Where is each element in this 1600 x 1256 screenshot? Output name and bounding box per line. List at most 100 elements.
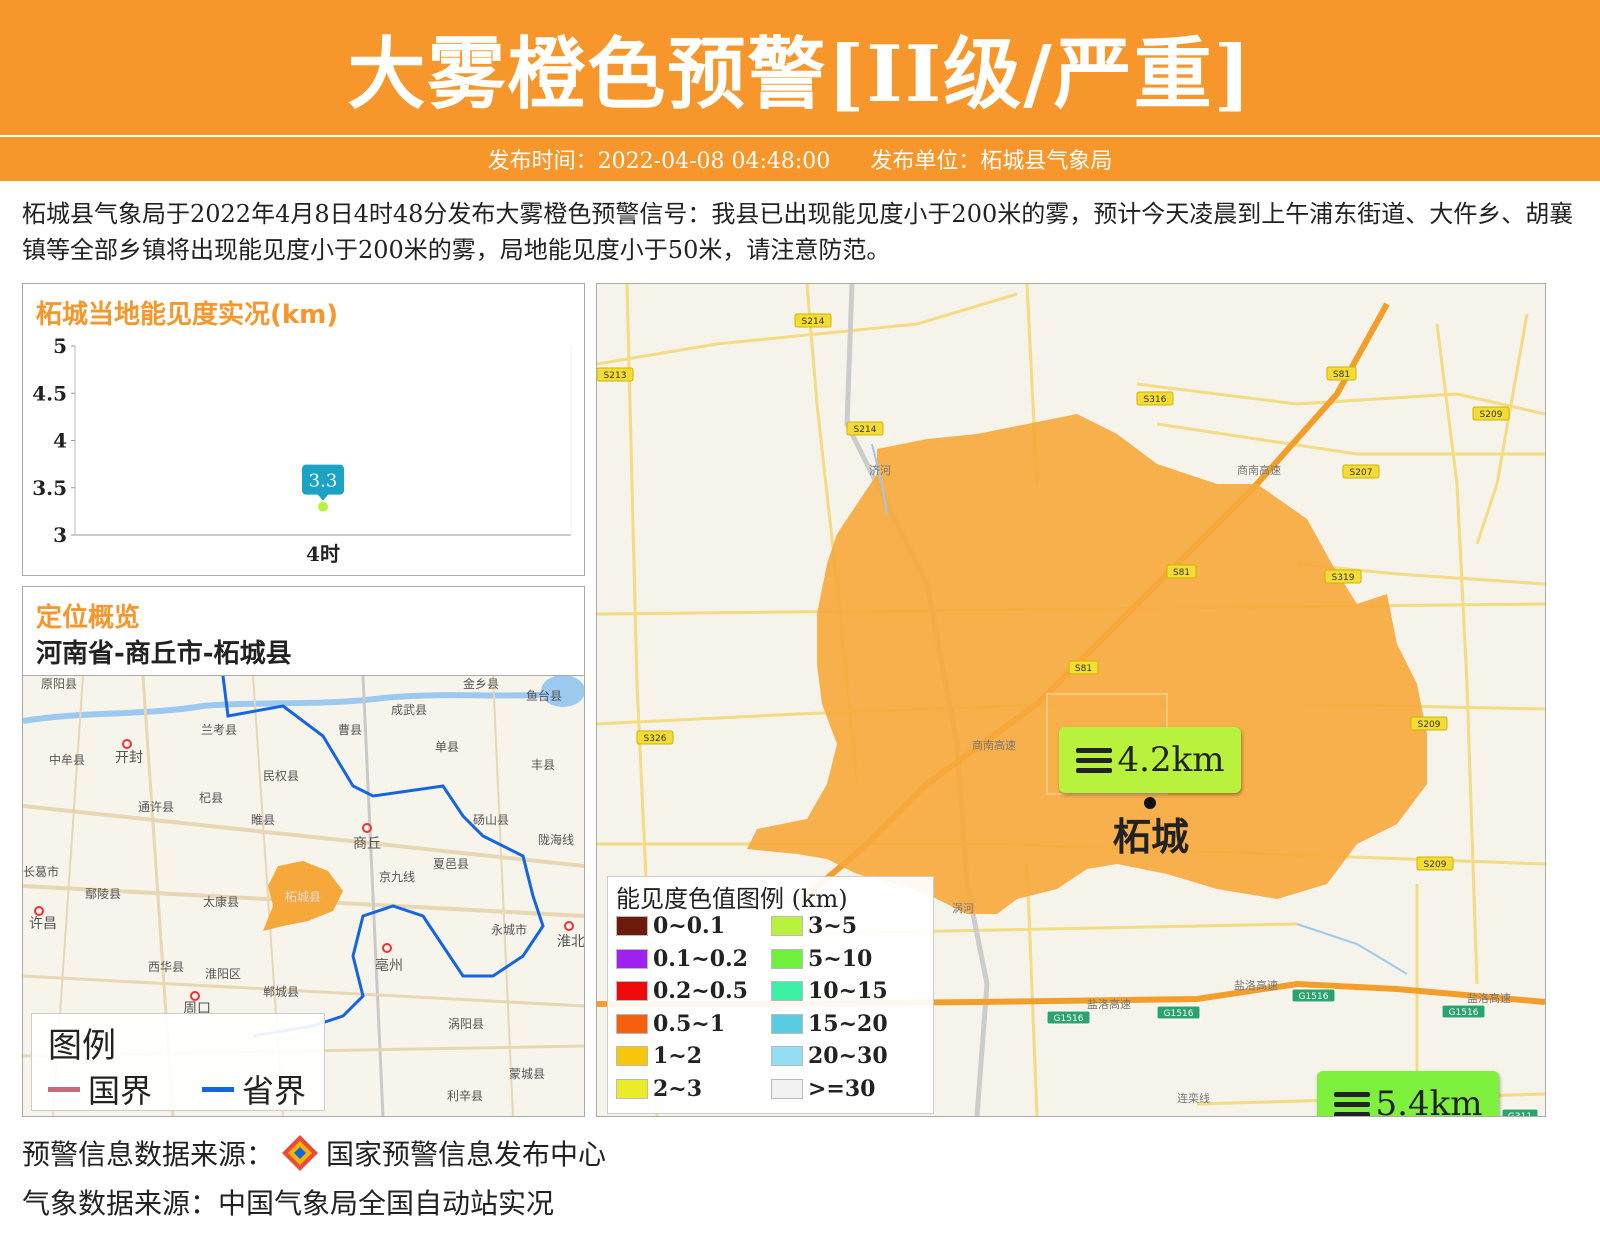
- overview-place-label: 太康县: [203, 894, 239, 909]
- color-legend-item: 20~30: [771, 1043, 888, 1069]
- road-shield-text: S214: [854, 425, 877, 435]
- road-shield: S319: [1324, 569, 1362, 584]
- data-point[interactable]: [318, 501, 328, 512]
- overview-place-label: 曹县: [338, 723, 362, 737]
- overview-place-label: 原阳县: [41, 677, 77, 691]
- overview-place-label: 丰县: [531, 758, 555, 772]
- overview-place-label: 许昌: [29, 916, 57, 932]
- overview-place-label: 长葛市: [23, 864, 59, 879]
- road-shield-text: S319: [1332, 573, 1355, 583]
- overview-map[interactable]: 原阳县 金乡县 鱼台县 兰考县 成武县 中牟县 开封 曹县 单县 民权县 丰县 杞县 通许县 砀山县 睢县商…: [23, 675, 584, 1116]
- color-legend-item: 0.2~0.5: [616, 978, 748, 1004]
- color-legend-item: 1~2: [616, 1043, 702, 1069]
- warning-source-label: 预警信息数据来源：: [22, 1138, 275, 1171]
- color-legend-label: 0.1~0.2: [653, 945, 748, 972]
- road-shield: S213: [597, 367, 634, 382]
- color-legend-title: 能见度色值图例 (km): [616, 885, 848, 913]
- data-label-tooltip: 3.3: [302, 464, 344, 501]
- header-banner: 大雾橙色预警[II级/严重]: [0, 0, 1600, 135]
- main-map[interactable]: S214 S213 S214 S316 S81 S209 S207 S81 S319 S81 S32…: [596, 283, 1546, 1117]
- warning-center-logo-icon: [282, 1135, 319, 1171]
- overview-place-label: 开封: [115, 750, 143, 766]
- color-swatch: [771, 1046, 803, 1067]
- road-shield-text: S213: [604, 371, 627, 381]
- overview-place-label: 睢县: [251, 813, 275, 827]
- menu-icon: [1333, 1087, 1370, 1116]
- location-panel: 定位概览 河南省-商丘市-柘城县 原阳县 金乡县 鱼台县 兰考县 成武县 中牟县…: [22, 586, 585, 1117]
- publish-unit: 发布单位：柘城县气象局: [870, 149, 1113, 174]
- road-shield: S214: [846, 421, 884, 436]
- legend-item-province-border: 省界: [202, 1066, 306, 1112]
- road-shield: S81: [1068, 660, 1099, 675]
- overview-place-label: 鱼台县: [526, 688, 562, 703]
- road-shield-text: S81: [1333, 370, 1350, 380]
- road-shield: S209: [1472, 406, 1510, 421]
- road-shield: S326: [636, 730, 674, 745]
- overview-place-label: 郸城县: [263, 985, 299, 999]
- map-text-label: 盐洛高速: [1234, 978, 1278, 992]
- visibility-panel: 柘城当地能见度实况(km) 5 4.5 4 3.5 3 4时 3.3: [22, 283, 585, 576]
- color-swatch: [616, 981, 648, 1002]
- color-legend-label: 0~0.1: [653, 913, 726, 939]
- road-shield-text: S326: [644, 734, 667, 744]
- warning-center-name: 国家预警信息发布中心: [326, 1138, 607, 1171]
- color-legend-item: 5~10: [771, 946, 872, 972]
- color-legend-item: >=30: [771, 1076, 875, 1102]
- national-border-label: 国界: [88, 1072, 153, 1110]
- y-tick-label: 5: [53, 334, 67, 358]
- visibility-label-primary[interactable]: 4.2km: [1059, 727, 1241, 793]
- color-swatch: [771, 1079, 803, 1099]
- road-shield-text: S207: [1350, 468, 1373, 478]
- visibility-label-secondary[interactable]: 5.4km: [1317, 1071, 1499, 1116]
- road-shield-text: S209: [1424, 860, 1447, 870]
- color-legend-label: 10~15: [808, 978, 888, 1005]
- overview-place-label: 夏邑县: [433, 857, 469, 871]
- color-legend-item: 10~15: [771, 978, 888, 1004]
- overview-place-label: 柘城县: [285, 890, 321, 904]
- road-shield-text: G1516: [1054, 1014, 1084, 1024]
- color-legend-label: >=30: [808, 1076, 876, 1102]
- color-legend-label: 3~5: [808, 913, 858, 939]
- map-text-label: 商南高速: [1237, 463, 1281, 477]
- road-shield: S81: [1166, 564, 1197, 579]
- color-legend-item: 0~0.1: [616, 913, 725, 939]
- road-shield: S207: [1342, 464, 1380, 479]
- road-shield: G311: [1501, 1108, 1539, 1116]
- color-legend-label: 1~2: [653, 1043, 703, 1070]
- map-text-label: 济河: [869, 463, 891, 477]
- x-tick-label: 4时: [306, 542, 340, 566]
- color-legend-item: 2~3: [616, 1076, 702, 1102]
- road-shield: G1516: [1046, 1010, 1091, 1025]
- weather-source-line: 气象数据来源：中国气象局全国自动站实况: [22, 1187, 555, 1220]
- overview-place-label: 单县: [435, 740, 459, 754]
- overview-place-label: 兰考县: [201, 723, 237, 737]
- overview-place-label: 亳州: [375, 957, 403, 974]
- y-tick-label: 3: [53, 523, 67, 547]
- visibility-value-primary: 4.2km: [1117, 740, 1225, 780]
- overview-place-label: 陇海线: [538, 832, 574, 847]
- color-swatch: [771, 916, 803, 936]
- y-tick-label: 4: [53, 429, 67, 453]
- map-text-label: 连栾线: [1177, 1091, 1210, 1105]
- city-label: 柘城: [1113, 815, 1190, 859]
- color-legend-label: 5~10: [808, 945, 873, 972]
- overview-place-label: 砀山县: [473, 813, 509, 827]
- color-swatch: [616, 916, 648, 936]
- overview-place-label: 商丘: [353, 836, 381, 852]
- road-shield-text: S81: [1173, 568, 1190, 578]
- road-shield-text: G311: [1508, 1112, 1532, 1116]
- publish-time: 发布时间：2022-04-08 04:48:00: [487, 149, 831, 174]
- national-border-swatch: [48, 1086, 80, 1092]
- color-swatch: [771, 948, 803, 969]
- overview-place-label: 利辛县: [447, 1089, 483, 1103]
- color-legend-label: 0.2~0.5: [653, 978, 748, 1005]
- overview-place-label: 涡阳县: [448, 1017, 484, 1031]
- publish-info-bar: 发布时间：2022-04-08 04:48:00 发布单位：柘城县气象局: [0, 137, 1600, 181]
- road-shield: S209: [1416, 856, 1454, 871]
- road-shield-text: G1516: [1449, 1008, 1479, 1018]
- overview-place-label: 淮阳区: [205, 967, 241, 981]
- road-shield: S316: [1136, 391, 1174, 406]
- overview-place-label: 通许县: [138, 800, 174, 814]
- visibility-chart: 5 4.5 4 3.5 3 4时 3.3: [32, 334, 572, 566]
- warning-source-line: 预警信息数据来源： 国家预警信息发布中心: [22, 1133, 606, 1173]
